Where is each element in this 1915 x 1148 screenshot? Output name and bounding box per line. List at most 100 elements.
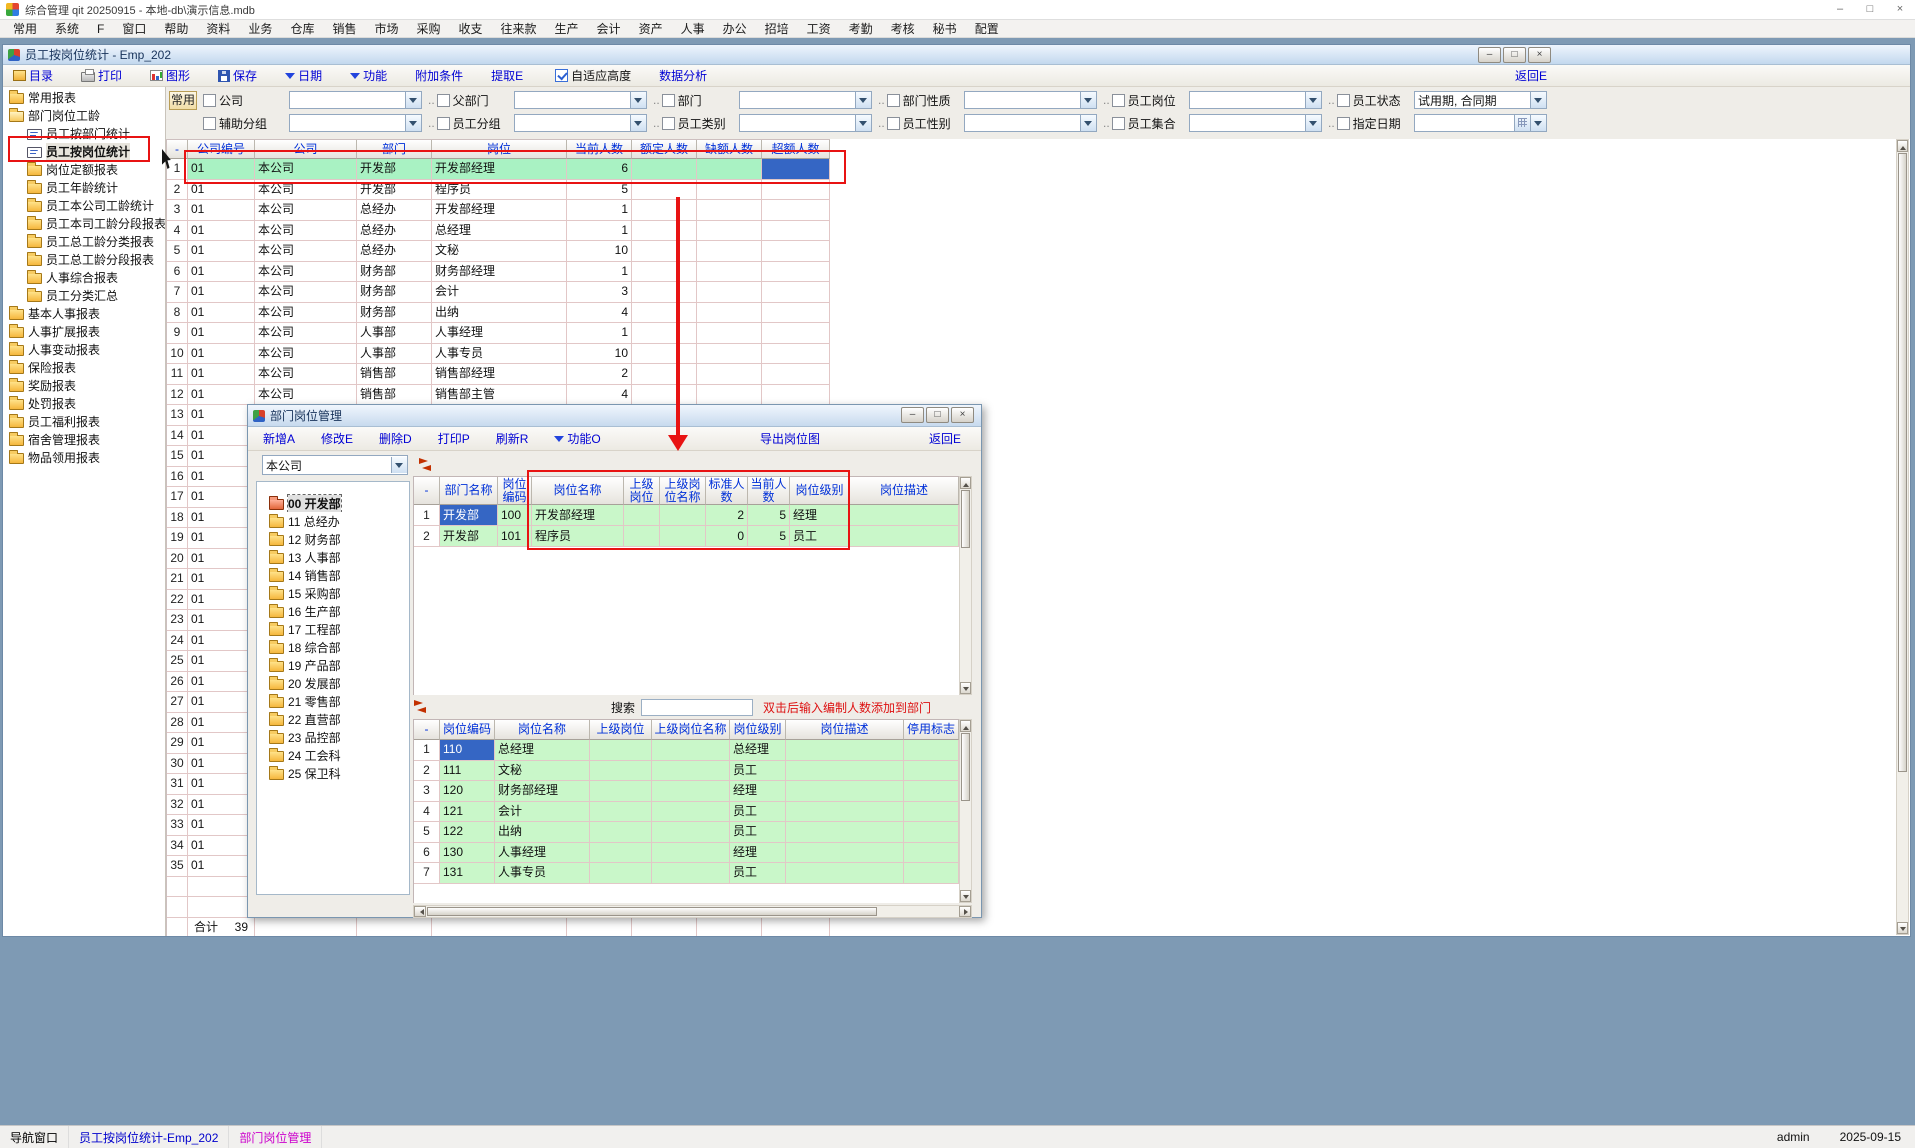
statusbar-item[interactable]: 导航窗口 xyxy=(0,1126,69,1148)
dropdown-arrow-icon[interactable] xyxy=(1305,92,1321,108)
dialog-tree-item[interactable]: 13 人事部 xyxy=(257,548,409,566)
table-cell[interactable]: 本公司 xyxy=(255,180,357,201)
report-maximize-button[interactable]: □ xyxy=(1503,47,1526,63)
filter-option[interactable]: 辅助分组 xyxy=(203,115,289,132)
column-header[interactable]: 部门名称 xyxy=(440,477,498,505)
table-row[interactable]: 1101本公司销售部销售部经理2 xyxy=(167,364,830,385)
table-cell[interactable]: 01 xyxy=(188,713,255,734)
filter-checkbox[interactable] xyxy=(662,117,675,130)
table-cell[interactable] xyxy=(850,526,959,547)
dropdown-arrow-icon[interactable] xyxy=(1080,115,1096,131)
toolbar-button[interactable]: 功能O xyxy=(554,430,600,447)
table-cell[interactable] xyxy=(762,323,830,344)
table-cell[interactable]: 财务部 xyxy=(357,262,432,283)
table-cell[interactable] xyxy=(632,364,697,385)
sidebar-tree-item[interactable]: 奖励报表 xyxy=(3,376,165,394)
table-cell[interactable]: 经理 xyxy=(730,843,786,864)
table-cell[interactable]: 开发部经理 xyxy=(432,200,567,221)
table-cell[interactable]: 01 xyxy=(188,159,255,180)
dialog-tree-item[interactable]: 23 品控部 xyxy=(257,728,409,746)
menu-item[interactable]: 资产 xyxy=(630,20,672,37)
table-cell[interactable] xyxy=(786,822,904,843)
table-cell[interactable]: 01 xyxy=(188,631,255,652)
table-cell[interactable] xyxy=(632,303,697,324)
table-cell[interactable]: 01 xyxy=(188,528,255,549)
table-cell[interactable]: 01 xyxy=(188,282,255,303)
table-cell[interactable]: 01 xyxy=(188,262,255,283)
table-cell[interactable]: 1 xyxy=(567,221,632,242)
app-close-button[interactable]: × xyxy=(1885,0,1915,19)
table-cell[interactable]: 01 xyxy=(188,508,255,529)
table-cell[interactable]: 财务部 xyxy=(357,282,432,303)
table-cell[interactable]: 122 xyxy=(440,822,495,843)
table-cell[interactable] xyxy=(624,505,660,526)
table-row[interactable]: 901本公司人事部人事经理1 xyxy=(167,323,830,344)
table-cell[interactable]: 101 xyxy=(498,526,532,547)
report-close-button[interactable]: × xyxy=(1528,47,1551,63)
menu-item[interactable]: 收支 xyxy=(450,20,492,37)
menu-item[interactable]: 业务 xyxy=(239,20,281,37)
dialog-tree-item[interactable]: 00 开发部 xyxy=(257,494,409,512)
table-cell[interactable]: 员工 xyxy=(730,863,786,884)
autofit-toggle[interactable]: 自适应高度 xyxy=(555,67,631,84)
table-cell[interactable] xyxy=(786,740,904,761)
table-cell[interactable]: 会计 xyxy=(495,802,590,823)
table-cell[interactable] xyxy=(590,740,652,761)
menu-item[interactable]: 会计 xyxy=(588,20,630,37)
company-dropdown[interactable]: 本公司 xyxy=(262,455,408,475)
table-cell[interactable]: 110 xyxy=(440,740,495,761)
scrollbar-thumb[interactable] xyxy=(1898,153,1907,772)
table-cell[interactable] xyxy=(904,863,959,884)
table-row[interactable]: 501本公司总经办文秘10 xyxy=(167,241,830,262)
filter-option[interactable]: 员工分组 xyxy=(437,115,514,132)
column-header[interactable]: 岗位级别 xyxy=(790,477,850,505)
table-cell[interactable]: 10 xyxy=(567,241,632,262)
table-cell[interactable]: 01 xyxy=(188,754,255,775)
sidebar-tree-item[interactable]: 人事变动报表 xyxy=(3,340,165,358)
table-cell[interactable]: 5 xyxy=(567,180,632,201)
table-cell[interactable]: 人事部 xyxy=(357,344,432,365)
table-cell[interactable]: 01 xyxy=(188,426,255,447)
table-cell[interactable] xyxy=(652,761,730,782)
table-cell[interactable] xyxy=(904,781,959,802)
dialog-back-button[interactable]: 返回E xyxy=(929,430,961,447)
table-row[interactable]: 2开发部101程序员05员工 xyxy=(414,526,959,547)
table-cell[interactable]: 财务部经理 xyxy=(432,262,567,283)
dialog-tree-item[interactable]: 18 综合部 xyxy=(257,638,409,656)
table-cell[interactable]: 财务部 xyxy=(357,303,432,324)
table-cell[interactable]: 文秘 xyxy=(432,241,567,262)
column-header[interactable]: 岗位描述 xyxy=(786,720,904,740)
table-cell[interactable]: 01 xyxy=(188,303,255,324)
table-cell[interactable]: 3 xyxy=(567,282,632,303)
table-cell[interactable]: 111 xyxy=(440,761,495,782)
sidebar-tree-item[interactable]: 员工本公司工龄统计 xyxy=(3,196,165,214)
table-cell[interactable]: 本公司 xyxy=(255,364,357,385)
filter-dropdown[interactable] xyxy=(739,91,872,109)
table-cell[interactable]: 01 xyxy=(188,815,255,836)
table-cell[interactable] xyxy=(188,897,255,918)
table-cell[interactable]: 总经办 xyxy=(357,200,432,221)
table-cell[interactable]: 4 xyxy=(567,385,632,406)
toolbar-button[interactable]: 删除D xyxy=(379,430,412,447)
table-row[interactable]: 3120财务部经理经理 xyxy=(414,781,959,802)
table-cell[interactable]: 01 xyxy=(188,180,255,201)
column-header[interactable]: 上级岗位名称 xyxy=(652,720,730,740)
dropdown-arrow-icon[interactable] xyxy=(405,92,421,108)
column-header[interactable]: 当前人数 xyxy=(567,140,632,159)
table-row[interactable]: 301本公司总经办开发部经理1 xyxy=(167,200,830,221)
table-cell[interactable]: 121 xyxy=(440,802,495,823)
table-cell[interactable] xyxy=(904,843,959,864)
filter-option[interactable]: 员工岗位 xyxy=(1112,92,1189,109)
table-cell[interactable]: 总经办 xyxy=(357,221,432,242)
table-cell[interactable] xyxy=(697,159,762,180)
table-cell[interactable]: 开发部经理 xyxy=(532,505,624,526)
table-cell[interactable]: 文秘 xyxy=(495,761,590,782)
table-cell[interactable] xyxy=(762,344,830,365)
dialog-minimize-button[interactable]: – xyxy=(901,407,924,423)
dialog-bottom-scrollbar[interactable] xyxy=(959,719,972,903)
table-cell[interactable]: 01 xyxy=(188,241,255,262)
table-cell[interactable] xyxy=(652,802,730,823)
common-filter-button[interactable]: 常用 xyxy=(169,91,197,110)
table-cell[interactable]: 01 xyxy=(188,774,255,795)
table-cell[interactable] xyxy=(697,385,762,406)
